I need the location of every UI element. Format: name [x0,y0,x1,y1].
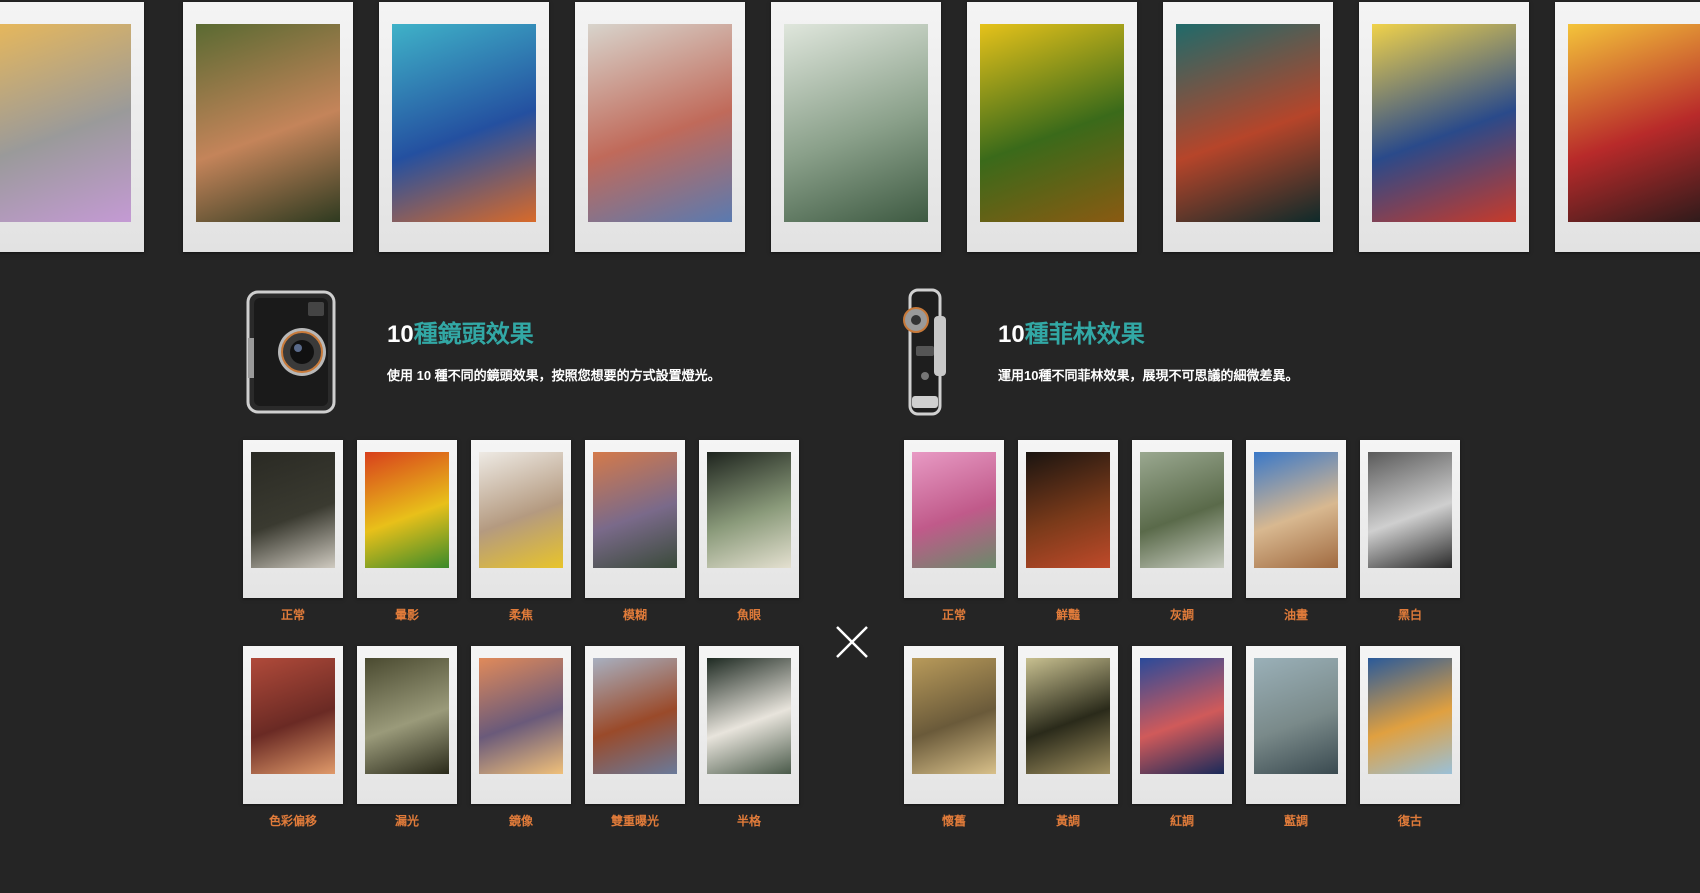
lens-effect-card [471,646,571,804]
lens-effect-card [357,440,457,598]
strip-photo [392,24,536,222]
film-effect-label: 油畫 [1283,608,1308,622]
camera-front-icon [246,290,336,414]
strip-polaroid [1163,2,1333,252]
film-effect-photo [1254,452,1338,568]
strip-photo [196,24,340,222]
film-effect-photo [1140,452,1224,568]
lens-effect-card [585,440,685,598]
lens-effect-card [471,440,571,598]
strip-polaroid [1555,2,1700,252]
lens-effect-photo [365,658,449,774]
film-effect-label: 懷舊 [941,814,966,828]
strip-polaroid [967,2,1137,252]
lens-effect-photo [479,452,563,568]
strip-photo [0,24,131,222]
lens-effect-label: 暈影 [394,608,419,622]
lens-effect-label: 正常 [280,608,305,622]
strip-polaroid [183,2,353,252]
film-effect-photo [912,658,996,774]
lens-effect-card [699,440,799,598]
film-effect-label: 黑白 [1397,608,1422,622]
lens-effect-label: 色彩偏移 [268,814,317,828]
film-effect-card [904,646,1004,804]
strip-polaroid [1359,2,1529,252]
lens-effect-photo [251,452,335,568]
lens-effect-label: 模糊 [622,608,647,622]
film-effect-card [1018,440,1118,598]
strip-polaroid [379,2,549,252]
film-effect-card [1132,440,1232,598]
lens-effect-label: 雙重曝光 [610,814,659,828]
lens-effect-photo [365,452,449,568]
lens-description: 使用 10 種不同的鏡頭效果，按照您想要的方式設置燈光。 [387,368,721,383]
film-effect-photo [1368,658,1452,774]
lens-title: 10種鏡頭效果 [387,321,534,348]
film-effect-label: 鮮豔 [1055,608,1080,622]
strip-polaroid [771,2,941,252]
photo-strip [0,0,1700,258]
film-effect-photo [1026,658,1110,774]
lens-effect-label: 半格 [736,814,761,828]
lens-effect-card [585,646,685,804]
lens-effect-photo [707,658,791,774]
film-effect-photo [1140,658,1224,774]
lens-effect-photo [707,452,791,568]
strip-photo [1568,24,1700,222]
film-effect-card [1360,646,1460,804]
strip-polaroid [0,2,144,252]
film-effect-card [1246,440,1346,598]
film-description: 運用10種不同菲林效果，展現不可思議的細微差異。 [998,368,1299,383]
lens-effect-card [243,646,343,804]
lens-effect-photo [251,658,335,774]
film-effect-card [904,440,1004,598]
strip-photo [1372,24,1516,222]
film-effect-label: 黃調 [1055,814,1080,828]
lens-effect-photo [593,452,677,568]
lens-effect-label: 鏡像 [508,814,533,828]
film-effect-photo [1254,658,1338,774]
film-effect-photo [912,452,996,568]
lens-effect-card [243,440,343,598]
film-effect-label: 藍調 [1283,814,1308,828]
lens-effect-label: 魚眼 [736,608,761,622]
film-effect-label: 灰調 [1169,608,1194,622]
film-effect-label: 復古 [1397,814,1422,828]
times-icon [836,626,868,658]
film-effect-card [1360,440,1460,598]
film-effect-card [1018,646,1118,804]
lens-effect-label: 柔焦 [508,608,533,622]
lens-effect-photo [479,658,563,774]
strip-photo [588,24,732,222]
film-effect-label: 紅調 [1169,814,1194,828]
film-effect-photo [1026,452,1110,568]
film-title: 10種菲林效果 [998,321,1145,348]
lens-effect-label: 漏光 [394,814,419,828]
strip-photo [1176,24,1320,222]
strip-polaroid [575,2,745,252]
film-effect-photo [1368,452,1452,568]
strip-photo [980,24,1124,222]
film-effect-card [1132,646,1232,804]
camera-side-icon [903,288,946,416]
lens-effect-card [357,646,457,804]
film-effect-card [1246,646,1346,804]
strip-photo [784,24,928,222]
lens-effect-photo [593,658,677,774]
lens-effect-card [699,646,799,804]
film-effect-label: 正常 [941,608,966,622]
